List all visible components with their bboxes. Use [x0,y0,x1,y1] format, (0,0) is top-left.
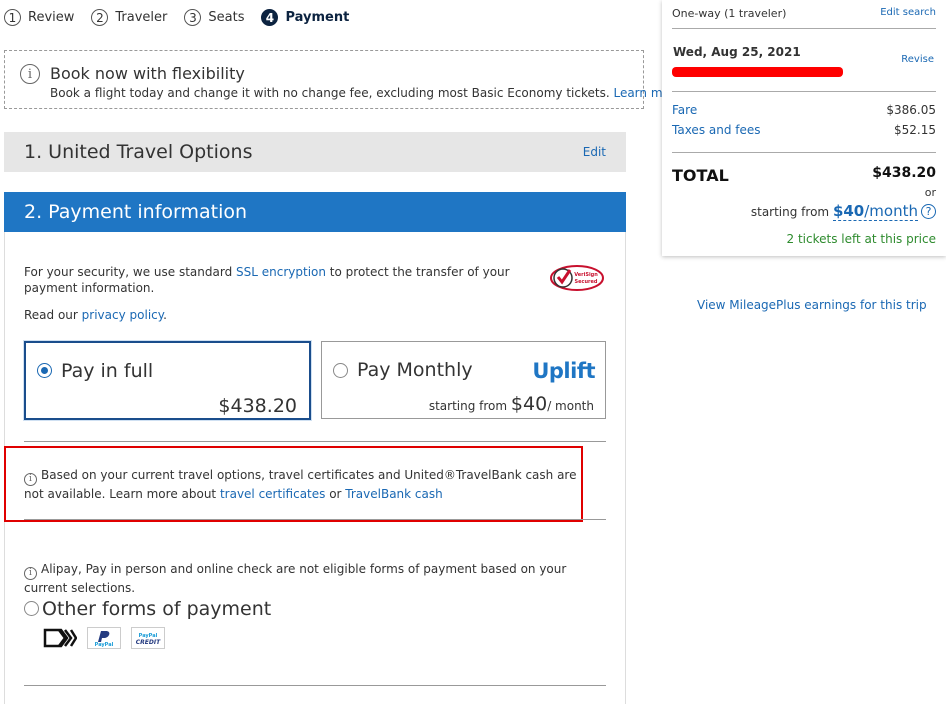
divider [672,28,936,29]
starting-from-text: starting from [750,205,830,219]
starting-from-text: starting from [428,399,508,413]
privacy-text: Read our privacy policy. [24,308,167,322]
help-icon[interactable]: ? [921,204,936,219]
section-title: 2. Payment information [24,201,248,223]
divider [672,152,936,153]
travelbank-cash-link[interactable]: TravelBank cash [345,487,442,501]
total-label: TOTAL [672,166,729,185]
monthly-payment-link[interactable]: $40/month [832,202,918,221]
taxes-fees-link[interactable]: Taxes and fees [672,123,761,137]
security-text: For your security, we use standard SSL e… [24,264,544,296]
badge-line2: Secured [575,279,598,285]
paypal-credit-wordmark-bottom: CREDIT [136,639,161,646]
pay-in-full-amount: $438.20 [218,395,297,417]
privacy-policy-link[interactable]: privacy policy [82,308,163,322]
step-seats[interactable]: 3 Seats [184,9,244,26]
divider [24,685,606,686]
travel-options-section-header[interactable]: 1. United Travel Options Edit [4,132,626,172]
trip-type: One-way (1 traveler) [672,7,787,20]
security-prefix: For your security, we use standard [24,265,237,279]
step-label: Traveler [115,10,168,25]
step-label: Payment [285,10,350,25]
paypal-icon: PayPal [87,627,121,649]
paypal-credit-icon: PayPal CREDIT [131,627,165,649]
taxes-value: $52.15 [894,123,936,137]
tickets-left: 2 tickets left at this price [786,232,936,246]
payment-method-icons: PayPal PayPal CREDIT [43,627,165,649]
banner-description: Book a flight today and change it with n… [50,86,682,100]
monthly-amount: $40 [510,393,548,415]
pay-in-full-option[interactable]: Pay in full $438.20 [24,341,311,420]
other-payment-option[interactable]: Other forms of payment [24,598,271,620]
fare-link[interactable]: Fare [672,103,697,117]
certificates-notice: i Based on your current travel options, t… [24,467,580,502]
step-number: 4 [261,9,279,26]
step-payment: 4 Payment [261,9,349,26]
or-text: or [325,486,346,501]
ineligible-payments-notice: i Alipay, Pay in person and online check … [24,561,584,596]
banner-title: Book now with flexibility [50,64,245,83]
divider [24,441,606,442]
info-icon: i [20,64,40,84]
step-label: Seats [208,10,245,25]
info-icon: i [24,472,37,486]
flexibility-banner: i Book now with flexibility Book a fligh… [4,50,682,109]
card-brand-icon [43,627,77,649]
divider [24,519,606,520]
privacy-suffix: . [163,308,167,322]
step-number: 3 [184,9,202,26]
paypal-wordmark: PayPal [95,642,114,648]
per-month-text: /month [864,202,918,220]
fare-value: $386.05 [886,103,936,117]
ineligible-text: Alipay, Pay in person and online check a… [24,562,567,595]
trip-summary-card: One-way (1 traveler) Edit search Wed, Au… [662,0,946,256]
total-value: $438.20 [872,165,936,181]
monthly-price: starting from $40/ month [429,393,594,415]
edit-travel-options-link[interactable]: Edit [583,145,606,159]
section-title: 1. United Travel Options [24,141,253,163]
info-icon: i [24,566,37,580]
other-payment-radio[interactable] [24,601,39,616]
other-payment-label: Other forms of payment [42,598,272,620]
pay-in-full-radio[interactable] [37,363,52,378]
banner-text: Book a flight today and change it with n… [50,86,610,100]
pay-monthly-title: Pay Monthly [357,359,473,381]
pay-in-full-title: Pay in full [61,360,154,382]
mileageplus-earnings-link[interactable]: View MileagePlus earnings for this trip [697,298,927,312]
revise-link[interactable]: Revise [901,54,934,65]
pay-monthly-option[interactable]: Pay Monthly Uplift starting from $40/ mo… [321,341,606,419]
step-number: 1 [4,9,21,26]
payment-information-section-header: 2. Payment information [4,192,626,232]
ssl-encryption-link[interactable]: SSL encryption [236,265,326,279]
uplift-logo: Uplift [532,359,595,383]
step-number: 2 [91,9,109,26]
step-label: Review [28,10,75,25]
monthly-estimate: starting from $40/month? [750,202,936,221]
per-month-text: / month [547,399,594,413]
progress-steps: 1 Review 2 Traveler 3 Seats 4 Payment [4,9,366,26]
step-traveler[interactable]: 2 Traveler [91,9,167,26]
travel-certificates-link[interactable]: travel certificates [220,487,325,501]
flight-date: Wed, Aug 25, 2021 [673,45,801,59]
badge-line1: VeriSign [574,272,598,278]
pay-monthly-radio[interactable] [333,363,348,378]
redaction-mark [672,67,843,77]
privacy-prefix: Read our [24,308,82,322]
security-badge-icon: VeriSign Secured [550,265,604,291]
divider [672,91,936,92]
monthly-amount: $40 [832,202,865,220]
step-review[interactable]: 1 Review [4,9,74,26]
edit-search-link[interactable]: Edit search [880,7,936,18]
or-text: or [924,186,936,199]
